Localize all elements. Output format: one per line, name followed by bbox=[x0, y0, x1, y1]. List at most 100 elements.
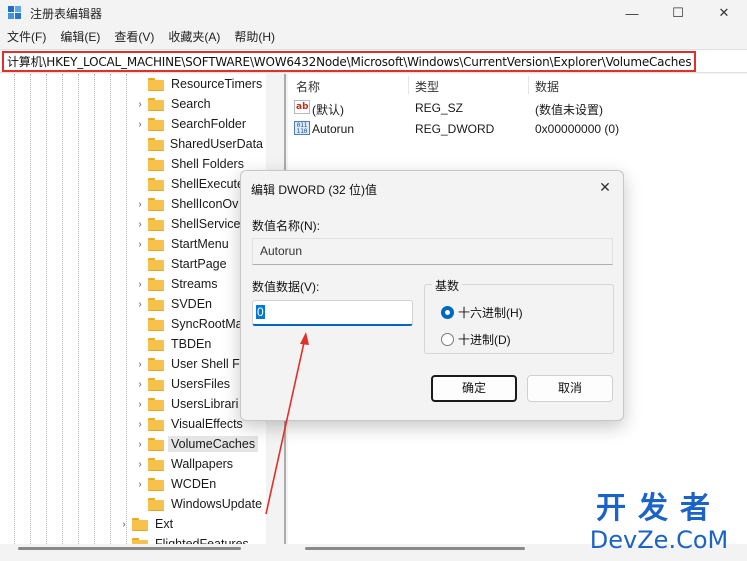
tree-item[interactable]: › ShellIconOv bbox=[0, 194, 266, 214]
tree-item-label: SVDEn bbox=[171, 297, 212, 311]
value-data-input[interactable]: 0 bbox=[252, 300, 413, 326]
value-name: (默认) bbox=[312, 103, 344, 117]
expand-chevron-icon[interactable]: › bbox=[119, 514, 129, 534]
dec-radio-label[interactable]: 十进制(D) bbox=[458, 331, 511, 348]
column-header-type[interactable]: 类型 bbox=[415, 78, 439, 95]
folder-icon bbox=[148, 98, 164, 111]
menu-edit[interactable]: 编辑(E) bbox=[53, 26, 107, 48]
tree-item[interactable]: › SearchFolder bbox=[0, 114, 266, 134]
menu-file[interactable]: 文件(F) bbox=[0, 26, 53, 48]
expand-chevron-icon[interactable] bbox=[135, 134, 145, 154]
tree-item[interactable]: Shell Folders bbox=[0, 154, 266, 174]
tree-item[interactable]: › User Shell Fo bbox=[0, 354, 266, 374]
expand-chevron-icon[interactable]: › bbox=[135, 394, 145, 414]
dec-radio-option[interactable]: 十进制(D) bbox=[441, 330, 511, 348]
folder-icon bbox=[148, 318, 164, 331]
tree-item-label: FlightedFeatures bbox=[155, 537, 249, 544]
expand-chevron-icon[interactable]: › bbox=[135, 294, 145, 314]
list-row[interactable]: ab (默认) REG_SZ (数值未设置) bbox=[288, 98, 747, 118]
maximize-button[interactable]: ☐ bbox=[655, 0, 701, 26]
expand-chevron-icon[interactable]: › bbox=[135, 94, 145, 114]
tree-horizontal-scrollbar[interactable] bbox=[18, 547, 241, 550]
registry-tree[interactable]: ResourceTimers › Search › SearchFolder Sha… bbox=[0, 74, 266, 544]
menu-bar: 文件(F) 编辑(E) 查看(V) 收藏夹(A) 帮助(H) bbox=[0, 26, 747, 48]
list-row[interactable]: 011 110 Autorun REG_DWORD 0x00000000 (0) bbox=[288, 119, 747, 139]
hex-radio-button[interactable] bbox=[441, 305, 454, 319]
tree-item[interactable]: FlightedFeatures bbox=[0, 534, 266, 544]
expand-chevron-icon[interactable] bbox=[135, 254, 145, 274]
tree-item[interactable]: ShellExecute bbox=[0, 174, 266, 194]
column-header-data[interactable]: 数据 bbox=[535, 78, 559, 95]
expand-chevron-icon[interactable]: › bbox=[135, 234, 145, 254]
tree-item[interactable]: › UsersFiles bbox=[0, 374, 266, 394]
expand-chevron-icon[interactable]: › bbox=[135, 194, 145, 214]
folder-icon bbox=[148, 198, 164, 211]
cancel-button[interactable]: 取消 bbox=[527, 375, 613, 402]
tree-item[interactable]: › ShellService bbox=[0, 214, 266, 234]
column-header-name[interactable]: 名称 bbox=[296, 78, 320, 95]
folder-icon bbox=[148, 418, 164, 431]
expand-chevron-icon[interactable]: › bbox=[135, 114, 145, 134]
menu-favorites[interactable]: 收藏夹(A) bbox=[161, 26, 227, 48]
dec-radio-button[interactable] bbox=[441, 332, 454, 346]
tree-item-label: WCDEn bbox=[171, 477, 217, 491]
menu-help[interactable]: 帮助(H) bbox=[227, 26, 282, 48]
tree-item[interactable]: WindowsUpdate bbox=[0, 494, 266, 514]
list-horizontal-scrollbar[interactable] bbox=[305, 547, 525, 550]
tree-item[interactable]: SyncRootMa bbox=[0, 314, 266, 334]
tree-item[interactable]: ResourceTimers bbox=[0, 74, 266, 94]
tree-item[interactable]: › UsersLibrari bbox=[0, 394, 266, 414]
folder-icon bbox=[148, 78, 164, 91]
value-data-label: 数值数据(V): bbox=[252, 280, 320, 294]
tree-item[interactable]: SharedUserData bbox=[0, 134, 266, 154]
tree-item-label: Shell Folders bbox=[171, 157, 244, 171]
expand-chevron-icon[interactable] bbox=[135, 154, 145, 174]
expand-chevron-icon[interactable]: › bbox=[135, 454, 145, 474]
value-data-text: 0 bbox=[256, 305, 265, 319]
folder-icon bbox=[148, 178, 164, 191]
expand-chevron-icon[interactable]: › bbox=[135, 374, 145, 394]
tree-item[interactable]: › Wallpapers bbox=[0, 454, 266, 474]
menu-view[interactable]: 查看(V) bbox=[107, 26, 161, 48]
expand-chevron-icon[interactable] bbox=[135, 314, 145, 334]
folder-icon bbox=[148, 258, 164, 271]
tree-item[interactable]: TBDEn bbox=[0, 334, 266, 354]
expand-chevron-icon[interactable]: › bbox=[135, 214, 145, 234]
folder-icon bbox=[148, 278, 164, 291]
tree-item-label: StartMenu bbox=[171, 237, 229, 251]
tree-item[interactable]: › Streams bbox=[0, 274, 266, 294]
column-divider[interactable] bbox=[528, 76, 529, 94]
expand-chevron-icon[interactable] bbox=[135, 74, 145, 94]
tree-item-selected[interactable]: › VolumeCaches bbox=[0, 434, 266, 454]
value-type: REG_SZ bbox=[415, 101, 464, 115]
tree-item[interactable]: › WCDEn bbox=[0, 474, 266, 494]
hex-radio-label[interactable]: 十六进制(H) bbox=[458, 304, 523, 321]
tree-item[interactable]: › Ext bbox=[0, 514, 266, 534]
tree-item-label: ShellService bbox=[171, 217, 241, 231]
ok-button[interactable]: 确定 bbox=[431, 375, 517, 402]
dialog-close-button[interactable]: ✕ bbox=[595, 177, 615, 197]
tree-item-label: SyncRootMa bbox=[171, 317, 243, 331]
expand-chevron-icon[interactable]: › bbox=[135, 434, 145, 454]
tree-item[interactable]: › VisualEffects bbox=[0, 414, 266, 434]
expand-chevron-icon[interactable]: › bbox=[135, 474, 145, 494]
address-bar[interactable]: 计算机\HKEY_LOCAL_MACHINE\SOFTWARE\WOW6432N… bbox=[0, 49, 747, 73]
folder-icon bbox=[148, 398, 164, 411]
expand-chevron-icon[interactable] bbox=[135, 174, 145, 194]
tree-item[interactable]: StartPage bbox=[0, 254, 266, 274]
expand-chevron-icon[interactable]: › bbox=[135, 354, 145, 374]
tree-item[interactable]: › SVDEn bbox=[0, 294, 266, 314]
expand-chevron-icon[interactable]: › bbox=[135, 414, 145, 434]
address-path[interactable]: 计算机\HKEY_LOCAL_MACHINE\SOFTWARE\WOW6432N… bbox=[2, 51, 697, 72]
expand-chevron-icon[interactable] bbox=[135, 494, 145, 514]
column-divider[interactable] bbox=[408, 76, 409, 94]
tree-item[interactable]: › Search bbox=[0, 94, 266, 114]
expand-chevron-icon[interactable] bbox=[135, 334, 145, 354]
close-window-button[interactable]: ✕ bbox=[701, 0, 747, 26]
tree-item[interactable]: › StartMenu bbox=[0, 234, 266, 254]
expand-chevron-icon[interactable]: › bbox=[135, 274, 145, 294]
hex-radio-option[interactable]: 十六进制(H) bbox=[441, 303, 523, 321]
folder-icon bbox=[132, 518, 148, 531]
minimize-button[interactable]: — bbox=[609, 0, 655, 26]
expand-chevron-icon[interactable] bbox=[119, 534, 129, 544]
